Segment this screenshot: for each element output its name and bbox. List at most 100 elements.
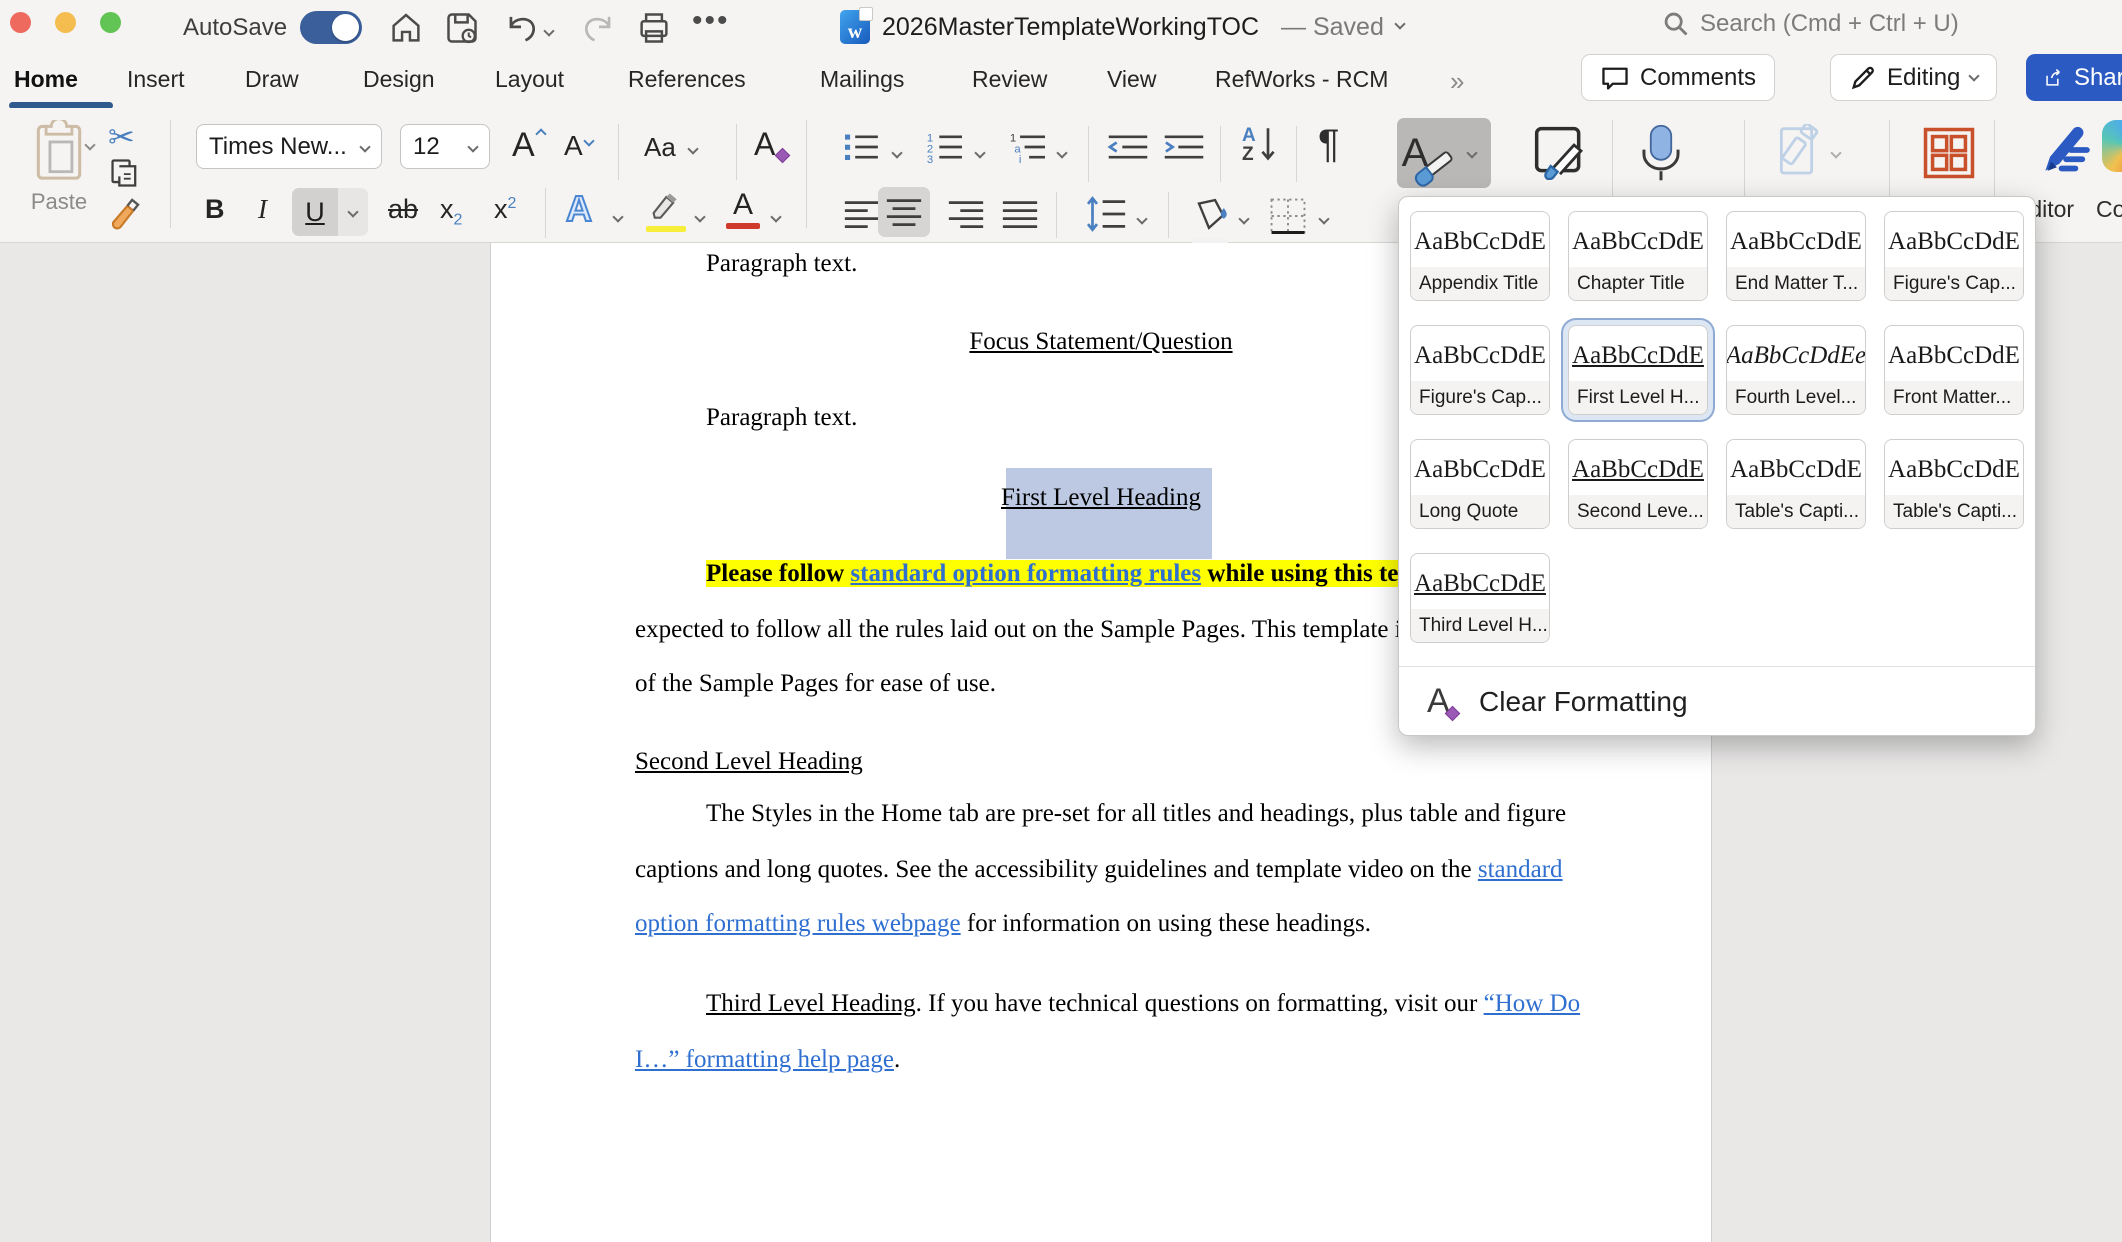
borders-chevron[interactable] (1320, 210, 1328, 228)
shading-button[interactable] (1192, 196, 1232, 244)
text-highlight-button[interactable] (646, 190, 686, 232)
bullet-list-chevron[interactable] (893, 144, 901, 162)
doc-hyperlink[interactable]: option formatting rules webpage (635, 910, 961, 937)
style-tile-first-level-h-[interactable]: AaBbCcDdEFirst Level H... (1568, 325, 1708, 415)
style-tile-figure-s-cap-[interactable]: AaBbCcDdEFigure's Cap... (1410, 325, 1550, 415)
more-commands-icon[interactable]: ••• (692, 4, 730, 38)
style-tile-end-matter-t-[interactable]: AaBbCcDdEEnd Matter T... (1726, 211, 1866, 301)
paste-options-chevron[interactable] (86, 136, 94, 154)
sensitivity-button[interactable] (1772, 124, 1828, 185)
comments-button[interactable]: Comments (1581, 54, 1775, 101)
change-case-button[interactable]: Aa (644, 132, 697, 163)
zoom-window-button[interactable] (100, 12, 121, 33)
font-color-button[interactable]: A (726, 188, 760, 229)
paste-button[interactable]: Paste (16, 120, 102, 215)
autosave-toggle[interactable] (300, 11, 362, 44)
align-center-button[interactable] (878, 187, 930, 237)
line-spacing-button[interactable] (1084, 196, 1128, 232)
styles-gallery-button[interactable]: A (1397, 118, 1491, 188)
copy-icon[interactable] (108, 156, 142, 190)
sensitivity-chevron[interactable] (1832, 144, 1840, 162)
tab-home[interactable]: Home (14, 66, 78, 93)
tab-review[interactable]: Review (972, 66, 1047, 93)
style-tile-table-s-capti-[interactable]: AaBbCcDdETable's Capti... (1726, 439, 1866, 529)
bullet-list-button[interactable] (842, 130, 882, 164)
title-menu-chevron[interactable] (1394, 18, 1405, 29)
editing-mode-button[interactable]: Editing (1830, 54, 1997, 101)
show-paragraph-marks-button[interactable]: ¶ (1318, 122, 1339, 167)
tab-overflow-chevron[interactable]: » (1450, 66, 1464, 97)
copilot-icon[interactable] (2102, 120, 2122, 172)
save-icon[interactable] (444, 10, 480, 46)
underline-options-chevron[interactable] (338, 188, 368, 236)
share-button[interactable]: Share (2026, 54, 2122, 101)
grid-addin-icon[interactable] (1922, 126, 1976, 185)
tab-refworks-rcm[interactable]: RefWorks - RCM (1215, 66, 1388, 93)
style-tile-third-level-h-[interactable]: AaBbCcDdEThird Level H... (1410, 553, 1550, 643)
text-effects-chevron[interactable] (614, 208, 622, 226)
style-tile-front-matter-[interactable]: AaBbCcDdEFront Matter... (1884, 325, 2024, 415)
subscript-button[interactable]: x2 (440, 194, 462, 229)
multilevel-list-button[interactable]: 1ai (1008, 130, 1048, 164)
tab-insert[interactable]: Insert (127, 66, 185, 93)
borders-button[interactable] (1268, 196, 1308, 241)
shrink-font-button[interactable]: A (564, 130, 591, 162)
dictate-button[interactable] (1636, 122, 1686, 189)
decrease-indent-button[interactable] (1106, 130, 1150, 164)
text-effects-button[interactable]: A (566, 188, 592, 230)
cut-icon[interactable]: ✂ (108, 118, 135, 156)
doc-hyperlink[interactable]: I…” formatting help page (635, 1046, 894, 1073)
style-tile-figure-s-cap-[interactable]: AaBbCcDdEFigure's Cap... (1884, 211, 2024, 301)
highlight-color-chevron[interactable] (696, 208, 704, 226)
clear-formatting-menu-item[interactable]: A Clear Formatting (1427, 682, 1688, 722)
bold-button[interactable]: B (205, 194, 225, 225)
editor-icon[interactable] (2036, 120, 2094, 185)
tab-draw[interactable]: Draw (245, 66, 299, 93)
font-name-select[interactable]: Times New... (196, 124, 382, 169)
font-size-select[interactable]: 12 (400, 124, 490, 169)
style-tile-appendix-title[interactable]: AaBbCcDdEAppendix Title (1410, 211, 1550, 301)
strikethrough-button[interactable]: ab (388, 194, 418, 225)
close-window-button[interactable] (10, 12, 31, 33)
tab-view[interactable]: View (1107, 66, 1156, 93)
grow-font-button[interactable]: A (512, 126, 543, 165)
underline-button[interactable]: U (292, 188, 368, 236)
print-icon[interactable] (636, 10, 672, 46)
style-tile-long-quote[interactable]: AaBbCcDdELong Quote (1410, 439, 1550, 529)
sort-button[interactable]: AZ (1242, 126, 1276, 165)
italic-button[interactable]: I (258, 194, 267, 225)
justify-button[interactable] (1000, 198, 1040, 230)
undo-icon[interactable] (502, 10, 540, 46)
increase-indent-button[interactable] (1162, 130, 1206, 164)
multilevel-list-chevron[interactable] (1058, 144, 1066, 162)
search-input[interactable]: Search (Cmd + Ctrl + U) (1662, 10, 1959, 38)
tab-layout[interactable]: Layout (495, 66, 564, 93)
tab-references[interactable]: References (628, 66, 746, 93)
shading-chevron[interactable] (1240, 210, 1248, 228)
doc-text: The Styles in the Home tab are pre-set f… (706, 800, 1566, 827)
style-tile-fourth-level-[interactable]: AaBbCcDdEeFourth Level... (1726, 325, 1866, 415)
clear-formatting-button[interactable]: A (754, 126, 788, 163)
style-tile-second-leve-[interactable]: AaBbCcDdESecond Leve... (1568, 439, 1708, 529)
numbered-list-button[interactable]: 123 (925, 130, 965, 164)
doc-hyperlink[interactable]: “How Do (1484, 990, 1581, 1017)
home-icon[interactable] (388, 10, 424, 46)
align-left-button[interactable] (842, 198, 882, 230)
font-color-chevron[interactable] (772, 208, 780, 226)
save-status: — Saved (1281, 13, 1384, 42)
minimize-window-button[interactable] (55, 12, 76, 33)
doc-hyperlink[interactable]: standard (1478, 856, 1563, 883)
tab-mailings[interactable]: Mailings (820, 66, 904, 93)
style-tile-table-s-capti-[interactable]: AaBbCcDdETable's Capti... (1884, 439, 2024, 529)
tab-design[interactable]: Design (363, 66, 435, 93)
numbered-list-chevron[interactable] (976, 144, 984, 162)
doc-hyperlink[interactable]: standard option formatting rules (850, 560, 1201, 587)
style-tile-chapter-title[interactable]: AaBbCcDdEChapter Title (1568, 211, 1708, 301)
undo-menu-chevron[interactable] (545, 22, 553, 40)
format-painter-icon[interactable] (106, 194, 144, 237)
superscript-button[interactable]: x2 (494, 194, 516, 225)
document-title[interactable]: 2026MasterTemplateWorkingTOC (882, 13, 1259, 42)
align-right-button[interactable] (946, 198, 986, 230)
line-spacing-chevron[interactable] (1138, 210, 1146, 228)
styles-pane-button[interactable] (1532, 124, 1588, 185)
